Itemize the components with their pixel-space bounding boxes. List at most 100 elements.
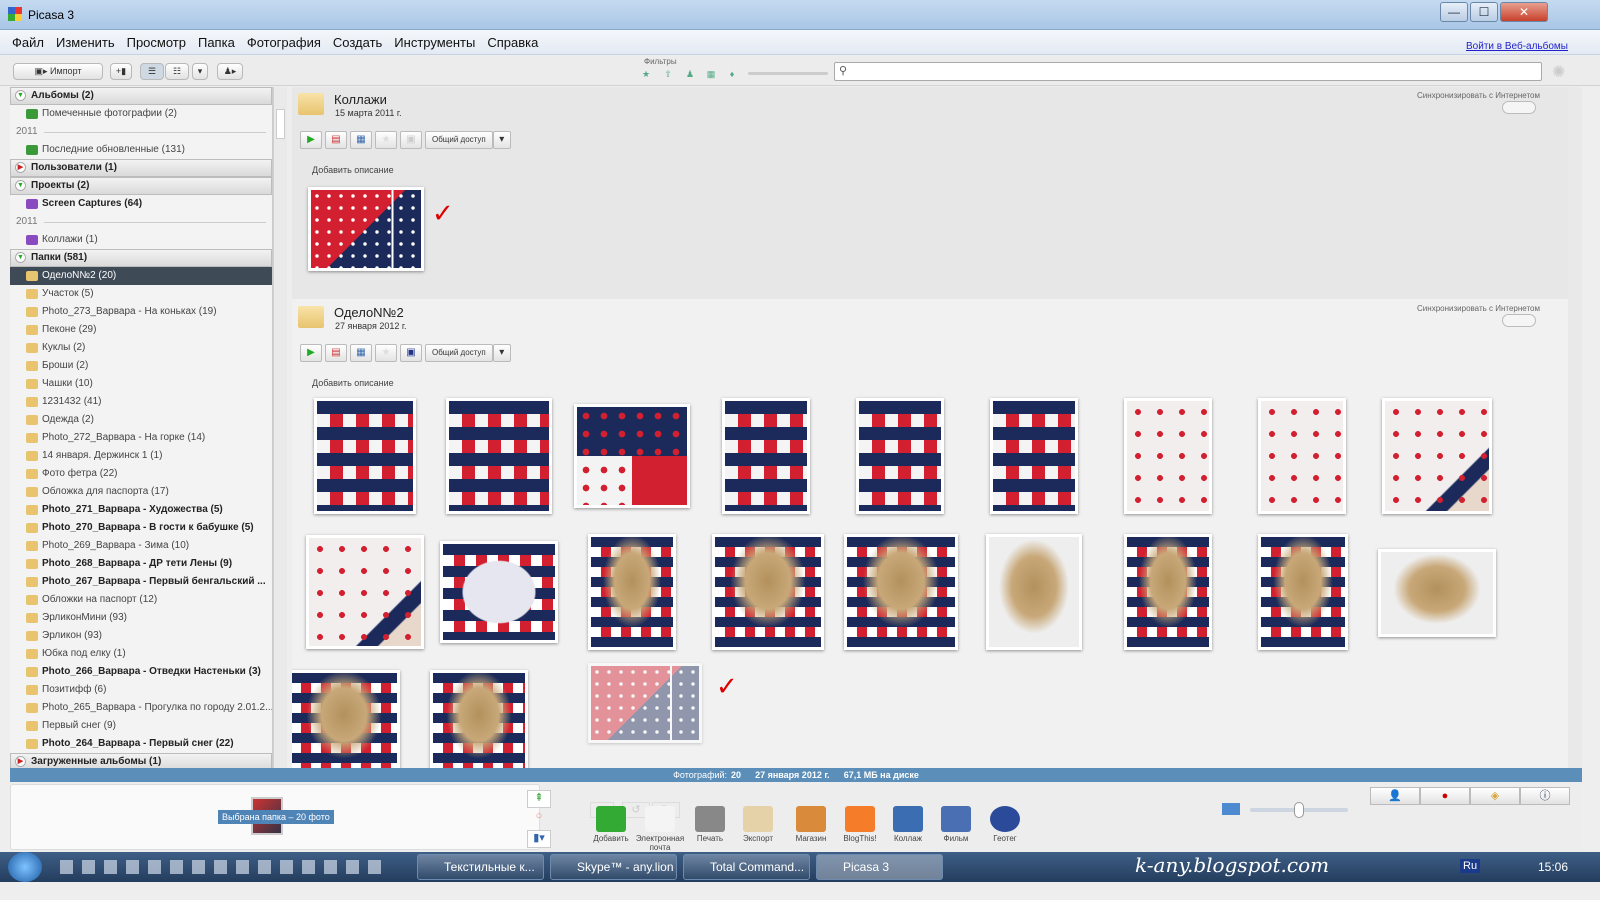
sidebar-item[interactable]: Photo_265_Варвара - Прогулка по городу 2…	[10, 699, 272, 717]
photo-thumbnail[interactable]	[440, 541, 558, 643]
sidebar-item[interactable]: Photo_269_Варвара - Зима (10)	[10, 537, 272, 555]
faces-filter-icon[interactable]: ♟	[682, 68, 698, 81]
album-name[interactable]: ОделоN№2	[334, 305, 404, 320]
tree-view-button[interactable]: ☷	[165, 63, 189, 80]
share-button[interactable]: Общий доступ	[425, 344, 493, 362]
sidebar-item[interactable]: Photo_272_Варвара - На горке (14)	[10, 429, 272, 447]
sidebar-item[interactable]: Photo_264_Варвара - Первый снег (22)	[10, 735, 272, 753]
photo-thumbnail[interactable]	[306, 535, 424, 649]
search-input[interactable]: ⚲	[834, 62, 1542, 81]
star-album-button[interactable]: ★	[375, 344, 397, 362]
sidebar-section[interactable]: ▶ Пользователи (1)	[10, 159, 272, 177]
album-dropdown-icon[interactable]: ▮▾	[527, 830, 551, 848]
save-button[interactable]: ▣	[400, 131, 422, 149]
hold-pin-icon[interactable]: ⇞	[527, 790, 551, 808]
import-button[interactable]: ▣▸ Импорт	[13, 63, 103, 80]
photo-thumbnail[interactable]	[430, 670, 528, 768]
album-name[interactable]: Коллажи	[334, 92, 387, 107]
photo-thumbnail[interactable]	[574, 404, 690, 508]
movie-filter-icon[interactable]: ▦	[703, 68, 719, 81]
photo-thumbnail[interactable]	[986, 534, 1082, 650]
sync-toggle[interactable]	[1502, 101, 1536, 114]
menu-file[interactable]: Файл	[6, 30, 50, 55]
play-slideshow-button[interactable]: ▶	[300, 344, 322, 362]
share-dropdown-icon[interactable]: ▾	[492, 344, 511, 362]
sidebar-item[interactable]: Последние обновленные (131)	[10, 141, 272, 159]
sidebar-item[interactable]: Куклы (2)	[10, 339, 272, 357]
task-total-commander[interactable]: Total Command...	[683, 854, 810, 880]
places-panel-button[interactable]: ●	[1420, 787, 1470, 805]
minimize-button[interactable]: —	[1440, 2, 1468, 22]
add-description-link[interactable]: Добавить описание	[312, 378, 394, 388]
start-button[interactable]	[8, 852, 42, 882]
edit-collage-button[interactable]: ▤	[325, 344, 347, 362]
geotag-filter-icon[interactable]: ♦	[724, 68, 740, 81]
tags-panel-button[interactable]: ◈	[1470, 787, 1520, 805]
sidebar-item[interactable]: Обложки на паспорт (12)	[10, 591, 272, 609]
close-button[interactable]: ✕	[1500, 2, 1548, 22]
menu-create[interactable]: Создать	[327, 30, 388, 55]
task-skype[interactable]: Skype™ - any.lion	[550, 854, 677, 880]
sidebar-item[interactable]: Screen Captures (64)	[10, 195, 272, 213]
sync-toggle[interactable]	[1502, 314, 1536, 327]
sidebar-item[interactable]: Одежда (2)	[10, 411, 272, 429]
sidebar-item[interactable]: Photo_267_Варвара - Первый бенгальский .…	[10, 573, 272, 591]
photo-thumbnail-collage[interactable]	[588, 663, 702, 743]
people-panel-button[interactable]: 👤	[1370, 787, 1420, 805]
menu-help[interactable]: Справка	[481, 30, 544, 55]
sidebar-item[interactable]: Позитифф (6)	[10, 681, 272, 699]
share-dropdown-icon[interactable]: ▾	[492, 131, 511, 149]
photo-thumbnail[interactable]	[314, 398, 416, 514]
clock[interactable]: 15:06	[1538, 860, 1568, 874]
photo-thumbnail[interactable]	[844, 534, 958, 650]
clear-tray-icon[interactable]: ○	[527, 810, 551, 828]
sidebar-item[interactable]: 1231432 (41)	[10, 393, 272, 411]
sidebar-item[interactable]: Эрликон (93)	[10, 627, 272, 645]
menu-picture[interactable]: Фотография	[241, 30, 327, 55]
sidebar-item[interactable]: ОделоN№2 (20)	[10, 267, 272, 285]
list-view-button[interactable]: ☰	[140, 63, 164, 80]
sidebar-item[interactable]: Пеконе (29)	[10, 321, 272, 339]
sidebar-item[interactable]: Обложка для паспорта (17)	[10, 483, 272, 501]
photo-thumbnail[interactable]	[712, 534, 824, 650]
save-button[interactable]: ▣	[400, 344, 422, 362]
menu-folder[interactable]: Папка	[192, 30, 241, 55]
add-to-album-button[interactable]: +▮	[110, 63, 132, 80]
sidebar-item[interactable]: Чашки (10)	[10, 375, 272, 393]
sidebar-section[interactable]: ▼ Папки (581)	[10, 249, 272, 267]
expand-toggle-icon[interactable]: ▼	[15, 180, 26, 191]
photo-thumbnail[interactable]	[990, 398, 1078, 514]
sidebar-item[interactable]: ЭрликонМини (93)	[10, 609, 272, 627]
sidebar-item[interactable]: Photo_270_Варвара - В гости к бабушке (5…	[10, 519, 272, 537]
sidebar-item[interactable]: Фото фетра (22)	[10, 465, 272, 483]
collapse-toggle-icon[interactable]: ▶	[15, 162, 26, 173]
photo-thumbnail[interactable]	[722, 398, 810, 514]
sidebar-item[interactable]: Photo_271_Варвара - Художества (5)	[10, 501, 272, 519]
starred-filter-icon[interactable]: ★	[638, 68, 654, 81]
add-description-link[interactable]: Добавить описание	[312, 165, 394, 175]
view-dropdown-button[interactable]: ▾	[192, 63, 208, 80]
upload-filter-icon[interactable]: ⇧	[660, 68, 676, 81]
movie-button[interactable]: ▦	[350, 344, 372, 362]
sidebar-item[interactable]: Photo_268_Варвара - ДР тети Лены (9)	[10, 555, 272, 573]
star-album-button[interactable]: ★	[375, 131, 397, 149]
photo-thumbnail[interactable]	[856, 398, 944, 514]
sidebar-item[interactable]: Броши (2)	[10, 357, 272, 375]
task-picasa[interactable]: Picasa 3	[816, 854, 943, 880]
sidebar-item[interactable]: 14 января. Держинск 1 (1)	[10, 447, 272, 465]
menu-view[interactable]: Просмотр	[121, 30, 192, 55]
sidebar-item[interactable]: Участок (5)	[10, 285, 272, 303]
people-button[interactable]: ♟▸	[217, 63, 243, 80]
info-panel-button[interactable]: ⓘ	[1520, 787, 1570, 805]
sidebar-scrollbar[interactable]	[273, 87, 287, 768]
quick-launch-icons[interactable]	[60, 860, 390, 874]
share-button[interactable]: Общий доступ	[425, 131, 493, 149]
action-button-8[interactable]: Геотег	[975, 806, 1035, 843]
sidebar-item[interactable]: Photo_266_Варвара - Отведки Настеньки (3…	[10, 663, 272, 681]
photo-thumbnail[interactable]	[1258, 534, 1348, 650]
sidebar-item[interactable]: Photo_273_Варвара - На коньках (19)	[10, 303, 272, 321]
photo-thumbnail[interactable]	[1258, 398, 1346, 514]
menu-edit[interactable]: Изменить	[50, 30, 121, 55]
task-textile[interactable]: Текстильные к...	[417, 854, 544, 880]
maximize-button[interactable]: ☐	[1470, 2, 1498, 22]
